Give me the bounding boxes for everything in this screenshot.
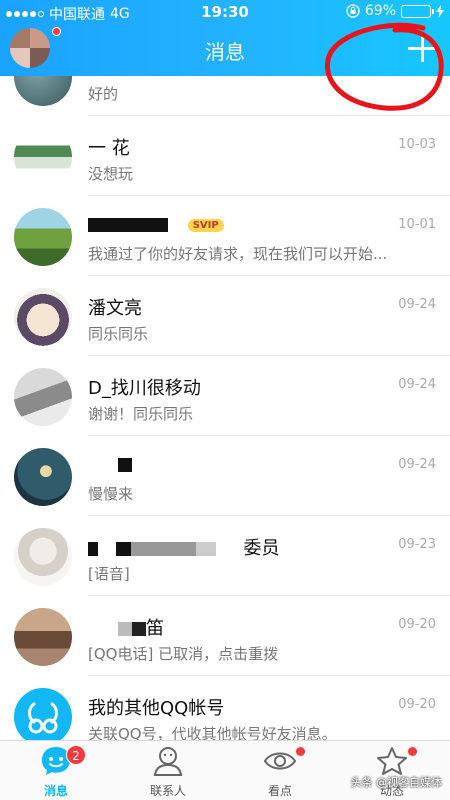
conversation-row[interactable]: D_找川很移动 谢谢！同乐同乐 09-24 <box>0 356 450 436</box>
contact-name: SVIP <box>88 214 224 235</box>
message-time: 10-03 <box>398 137 436 152</box>
conversation-row[interactable]: 笛 [QQ电话] 已取消，点击重拨 09-20 <box>0 596 450 676</box>
message-preview: 关联QQ号，代收其他帐号好友消息。 <box>88 725 337 740</box>
redacted-name-block <box>88 218 168 232</box>
message-preview: 好的 <box>88 85 119 103</box>
contact-name: 委员 <box>88 534 279 560</box>
bottom-tab-bar: 2 消息 联系人 看点 动态 <box>0 740 450 800</box>
contact-avatar <box>14 76 72 106</box>
conversation-row[interactable]: 委员 [语音] 09-23 <box>0 516 450 596</box>
redacted-name-block <box>118 458 132 472</box>
message-preview: 同乐同乐 <box>88 325 149 343</box>
message-time: 09-20 <box>398 697 436 712</box>
redacted-name-block <box>88 542 98 556</box>
contacts-icon <box>153 747 183 776</box>
contact-name: D_找川很移动 <box>88 378 201 399</box>
charging-bolt-icon <box>436 4 444 18</box>
battery-percent: 69% <box>364 3 396 19</box>
message-preview: 没想玩 <box>88 165 134 183</box>
tab-feed[interactable]: 动态 <box>336 741 448 800</box>
contact-avatar <box>14 128 72 186</box>
message-time: 09-24 <box>398 377 436 392</box>
conversation-row[interactable]: 慢慢来 09-24 <box>0 436 450 516</box>
contact-name: 我的其他QQ帐号 <box>88 698 225 719</box>
contact-avatar <box>14 368 72 426</box>
redacted-name-block <box>115 542 216 556</box>
tab-label: 看点 <box>267 784 292 798</box>
contact-name <box>88 454 132 475</box>
linked-accounts-icon <box>14 688 72 740</box>
contact-name: 潘文亮 <box>88 298 142 319</box>
message-time: 10-01 <box>398 217 436 232</box>
add-button[interactable] <box>404 30 440 66</box>
rotation-lock-icon <box>346 4 360 18</box>
header-bar: 中国联通 4G 19:30 69% 消息 <box>0 0 450 76</box>
battery-area: 69% <box>346 3 444 19</box>
profile-notification-dot <box>52 27 61 36</box>
unread-count-badge: 2 <box>66 745 86 765</box>
conversation-row[interactable]: 一 花 没想玩 10-03 <box>0 116 450 196</box>
star-icon <box>377 747 407 775</box>
contact-avatar <box>14 528 72 586</box>
svip-badge: SVIP <box>187 218 224 232</box>
message-preview: 我通过了你的好友请求，现在我们可以开始... <box>88 245 388 263</box>
watermark-text: 头条 @视客自媒体 <box>350 776 443 789</box>
tab-contacts[interactable]: 联系人 <box>112 741 224 800</box>
contact-avatar <box>14 608 72 666</box>
message-time: 09-23 <box>398 537 436 552</box>
battery-icon <box>401 4 434 18</box>
eye-icon <box>263 752 297 770</box>
new-content-dot <box>408 747 417 756</box>
contact-name: 笛 <box>88 614 164 640</box>
tab-label: 消息 <box>43 784 68 798</box>
new-content-dot <box>296 747 305 756</box>
tab-label: 联系人 <box>149 784 186 798</box>
message-time: 09-20 <box>398 617 436 632</box>
contact-avatar <box>14 288 72 346</box>
message-time: 09-24 <box>398 457 436 472</box>
status-bar: 中国联通 4G 19:30 69% <box>0 0 450 24</box>
contact-avatar <box>14 448 72 506</box>
contact-name: 一 花 <box>88 138 130 159</box>
message-preview: [QQ电话] 已取消，点击重拨 <box>88 645 279 663</box>
conversation-row[interactable]: 我的其他QQ帐号 关联QQ号，代收其他帐号好友消息。 09-20 <box>0 676 450 740</box>
page-title: 消息 <box>205 40 245 64</box>
message-time: 09-24 <box>398 297 436 312</box>
message-preview: 慢慢来 <box>88 485 134 503</box>
conversation-row[interactable]: SVIP 我通过了你的好友请求，现在我们可以开始... 10-01 <box>0 196 450 276</box>
message-preview: [语音] <box>88 565 130 583</box>
tab-discover[interactable]: 看点 <box>224 741 336 800</box>
contact-avatar <box>14 208 72 266</box>
tab-messages[interactable]: 2 消息 <box>0 741 112 800</box>
message-preview: 谢谢！同乐同乐 <box>88 405 194 423</box>
conversation-list[interactable]: 好的 一 花 没想玩 10-03 SVIP 我通过了你的好友请求，现在我们可以开… <box>0 76 450 740</box>
redacted-name-block <box>118 622 146 636</box>
conversation-row[interactable]: 潘文亮 同乐同乐 09-24 <box>0 276 450 356</box>
conversation-row[interactable]: 好的 <box>0 76 450 116</box>
